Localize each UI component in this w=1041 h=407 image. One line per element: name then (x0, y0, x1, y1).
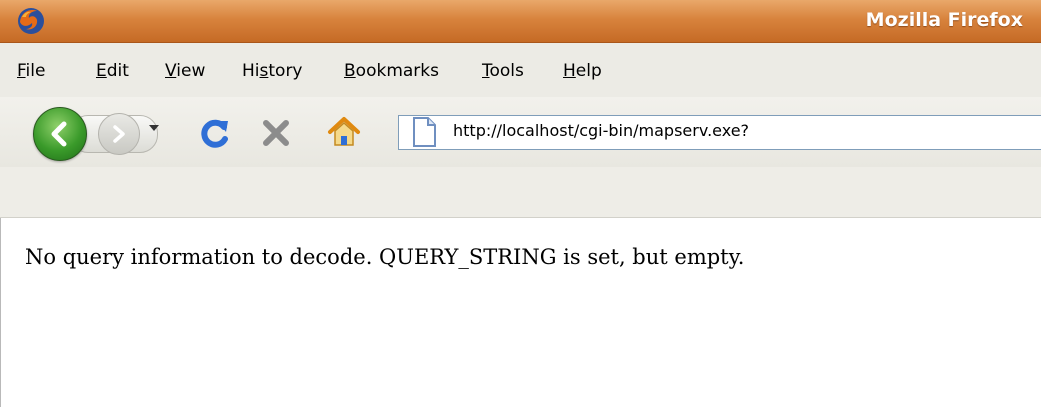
reload-button[interactable] (197, 115, 233, 151)
window-title: Mozilla Firefox (865, 9, 1023, 31)
url-text[interactable]: http://localhost/cgi-bin/mapserv.exe? (453, 121, 749, 140)
firefox-icon[interactable] (16, 6, 46, 36)
menu-bookmarks[interactable]: Bookmarks (344, 61, 439, 81)
menu-edit[interactable]: Edit (96, 61, 129, 81)
back-arrow-icon (51, 121, 67, 147)
menu-help[interactable]: Help (563, 61, 602, 81)
stop-icon (263, 120, 289, 146)
forward-button[interactable] (98, 113, 140, 155)
page-content: No query information to decode. QUERY_ST… (0, 218, 1041, 407)
menu-file[interactable]: File (17, 61, 45, 81)
browser-window: Mozilla Firefox File Edit View History B… (0, 0, 1041, 407)
back-button[interactable] (33, 107, 87, 161)
forward-arrow-icon (113, 125, 125, 143)
menu-view[interactable]: View (165, 61, 205, 81)
error-message: No query information to decode. QUERY_ST… (25, 245, 745, 269)
title-bar: Mozilla Firefox (0, 0, 1041, 43)
menu-bar: File Edit View History Bookmarks Tools H… (0, 43, 1041, 97)
navigation-toolbar: http://localhost/cgi-bin/mapserv.exe? (0, 97, 1041, 167)
home-icon (328, 117, 360, 146)
menu-history[interactable]: History (242, 61, 303, 81)
bookmarks-toolbar (0, 167, 1041, 218)
home-button[interactable] (326, 114, 362, 150)
stop-button[interactable] (258, 115, 294, 151)
reload-icon (201, 119, 228, 148)
page-icon (409, 116, 439, 148)
chevron-down-icon[interactable] (149, 125, 159, 131)
menu-tools[interactable]: Tools (482, 61, 524, 81)
